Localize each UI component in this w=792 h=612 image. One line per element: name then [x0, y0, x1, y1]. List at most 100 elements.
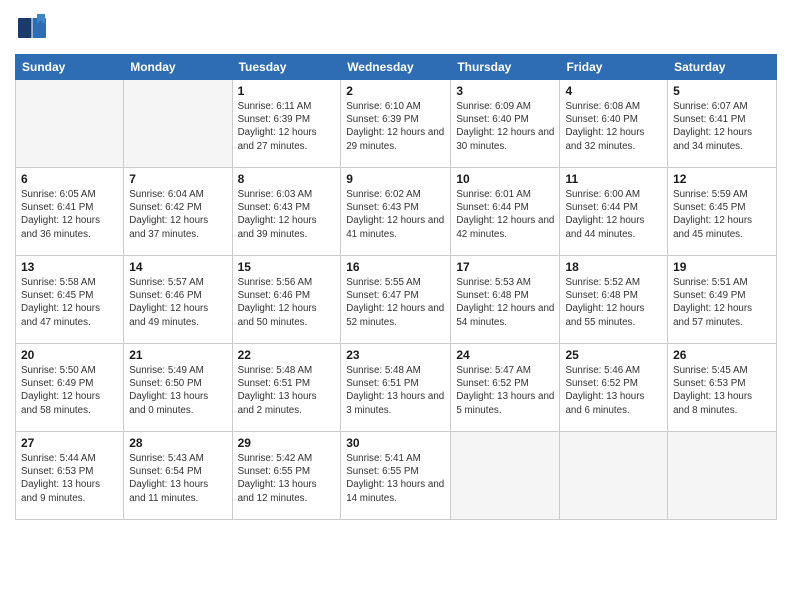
day-number: 11	[565, 172, 662, 186]
day-number: 21	[129, 348, 226, 362]
day-detail: Sunrise: 5:47 AM Sunset: 6:52 PM Dayligh…	[456, 364, 554, 417]
day-detail: Sunrise: 5:48 AM Sunset: 6:51 PM Dayligh…	[238, 364, 336, 417]
calendar-cell: 16Sunrise: 5:55 AM Sunset: 6:47 PM Dayli…	[341, 256, 451, 344]
day-detail: Sunrise: 6:05 AM Sunset: 6:41 PM Dayligh…	[21, 188, 118, 241]
day-detail: Sunrise: 6:11 AM Sunset: 6:39 PM Dayligh…	[238, 100, 336, 153]
calendar-cell: 25 Sunrise: 5:46 AM Sunset: 6:52 PM Dayli…	[560, 344, 668, 432]
calendar-cell: 30 Sunrise: 5:41 AM Sunset: 6:55 PM Dayli…	[341, 432, 451, 520]
day-number: 17	[456, 260, 554, 274]
header	[15, 10, 777, 46]
day-detail: Sunrise: 5:44 AM Sunset: 6:53 PM Dayligh…	[21, 452, 118, 505]
day-number: 22	[238, 348, 336, 362]
calendar-cell: 6 Sunrise: 6:05 AM Sunset: 6:41 PM Daylig…	[16, 168, 124, 256]
day-detail: Sunrise: 6:02 AM Sunset: 6:43 PM Dayligh…	[346, 188, 445, 241]
calendar-cell: 1 Sunrise: 6:11 AM Sunset: 6:39 PM Daylig…	[232, 80, 341, 168]
day-detail: Sunrise: 5:58 AM Sunset: 6:45 PM Dayligh…	[21, 276, 118, 329]
day-number: 24	[456, 348, 554, 362]
day-detail: Sunrise: 5:49 AM Sunset: 6:50 PM Dayligh…	[129, 364, 226, 417]
calendar-cell: 23 Sunrise: 5:48 AM Sunset: 6:51 PM Dayli…	[341, 344, 451, 432]
calendar-cell	[124, 80, 232, 168]
day-detail: Sunrise: 5:52 AM Sunset: 6:48 PM Dayligh…	[565, 276, 662, 329]
day-detail: Sunrise: 5:46 AM Sunset: 6:52 PM Dayligh…	[565, 364, 662, 417]
calendar-cell: 18 Sunrise: 5:52 AM Sunset: 6:48 PM Dayli…	[560, 256, 668, 344]
day-number: 13	[21, 260, 118, 274]
generalblue-logo-icon	[15, 10, 51, 46]
day-detail: Sunrise: 5:59 AM Sunset: 6:45 PM Dayligh…	[673, 188, 771, 241]
calendar-cell: 12Sunrise: 5:59 AM Sunset: 6:45 PM Dayli…	[668, 168, 777, 256]
calendar-cell: 22 Sunrise: 5:48 AM Sunset: 6:51 PM Dayli…	[232, 344, 341, 432]
day-number: 5	[673, 84, 771, 98]
calendar-cell: 20 Sunrise: 5:50 AM Sunset: 6:49 PM Dayli…	[16, 344, 124, 432]
calendar-cell: 15 Sunrise: 5:56 AM Sunset: 6:46 PM Dayli…	[232, 256, 341, 344]
page: SundayMondayTuesdayWednesdayThursdayFrid…	[0, 0, 792, 612]
calendar-cell: 4 Sunrise: 6:08 AM Sunset: 6:40 PM Daylig…	[560, 80, 668, 168]
day-number: 30	[346, 436, 445, 450]
calendar-cell: 9Sunrise: 6:02 AM Sunset: 6:43 PM Daylig…	[341, 168, 451, 256]
day-detail: Sunrise: 5:57 AM Sunset: 6:46 PM Dayligh…	[129, 276, 226, 329]
calendar-cell: 28 Sunrise: 5:43 AM Sunset: 6:54 PM Dayli…	[124, 432, 232, 520]
day-detail: Sunrise: 6:07 AM Sunset: 6:41 PM Dayligh…	[673, 100, 771, 153]
calendar-cell: 11 Sunrise: 6:00 AM Sunset: 6:44 PM Dayli…	[560, 168, 668, 256]
day-detail: Sunrise: 5:48 AM Sunset: 6:51 PM Dayligh…	[346, 364, 445, 417]
week-row-3: 13 Sunrise: 5:58 AM Sunset: 6:45 PM Dayli…	[16, 256, 777, 344]
day-detail: Sunrise: 5:51 AM Sunset: 6:49 PM Dayligh…	[673, 276, 771, 329]
calendar-cell: 24 Sunrise: 5:47 AM Sunset: 6:52 PM Dayli…	[451, 344, 560, 432]
day-detail: Sunrise: 6:09 AM Sunset: 6:40 PM Dayligh…	[456, 100, 554, 153]
day-number: 28	[129, 436, 226, 450]
calendar-cell: 19 Sunrise: 5:51 AM Sunset: 6:49 PM Dayli…	[668, 256, 777, 344]
logo	[15, 10, 55, 46]
day-number: 15	[238, 260, 336, 274]
day-number: 6	[21, 172, 118, 186]
calendar-cell: 3 Sunrise: 6:09 AM Sunset: 6:40 PM Daylig…	[451, 80, 560, 168]
day-detail: Sunrise: 5:41 AM Sunset: 6:55 PM Dayligh…	[346, 452, 445, 505]
day-number: 1	[238, 84, 336, 98]
day-number: 10	[456, 172, 554, 186]
day-number: 14	[129, 260, 226, 274]
calendar-cell: 26 Sunrise: 5:45 AM Sunset: 6:53 PM Dayli…	[668, 344, 777, 432]
calendar-cell: 29 Sunrise: 5:42 AM Sunset: 6:55 PM Dayli…	[232, 432, 341, 520]
calendar-table: SundayMondayTuesdayWednesdayThursdayFrid…	[15, 54, 777, 520]
calendar-header-row: SundayMondayTuesdayWednesdayThursdayFrid…	[16, 55, 777, 80]
calendar-cell: 14 Sunrise: 5:57 AM Sunset: 6:46 PM Dayli…	[124, 256, 232, 344]
calendar-cell: 5 Sunrise: 6:07 AM Sunset: 6:41 PM Daylig…	[668, 80, 777, 168]
week-row-2: 6 Sunrise: 6:05 AM Sunset: 6:41 PM Daylig…	[16, 168, 777, 256]
day-detail: Sunrise: 6:04 AM Sunset: 6:42 PM Dayligh…	[129, 188, 226, 241]
day-number: 27	[21, 436, 118, 450]
calendar-cell: 27 Sunrise: 5:44 AM Sunset: 6:53 PM Dayli…	[16, 432, 124, 520]
day-detail: Sunrise: 5:43 AM Sunset: 6:54 PM Dayligh…	[129, 452, 226, 505]
header-sunday: Sunday	[16, 55, 124, 80]
header-monday: Monday	[124, 55, 232, 80]
day-number: 19	[673, 260, 771, 274]
calendar-cell: 13 Sunrise: 5:58 AM Sunset: 6:45 PM Dayli…	[16, 256, 124, 344]
day-number: 3	[456, 84, 554, 98]
day-detail: Sunrise: 5:50 AM Sunset: 6:49 PM Dayligh…	[21, 364, 118, 417]
day-number: 2	[346, 84, 445, 98]
day-number: 25	[565, 348, 662, 362]
day-detail: Sunrise: 6:08 AM Sunset: 6:40 PM Dayligh…	[565, 100, 662, 153]
day-number: 29	[238, 436, 336, 450]
calendar-cell: 8Sunrise: 6:03 AM Sunset: 6:43 PM Daylig…	[232, 168, 341, 256]
header-friday: Friday	[560, 55, 668, 80]
day-detail: Sunrise: 5:56 AM Sunset: 6:46 PM Dayligh…	[238, 276, 336, 329]
day-detail: Sunrise: 5:55 AM Sunset: 6:47 PM Dayligh…	[346, 276, 445, 329]
calendar-cell	[560, 432, 668, 520]
calendar-cell	[16, 80, 124, 168]
calendar-cell: 21 Sunrise: 5:49 AM Sunset: 6:50 PM Dayli…	[124, 344, 232, 432]
day-detail: Sunrise: 6:00 AM Sunset: 6:44 PM Dayligh…	[565, 188, 662, 241]
day-detail: Sunrise: 6:03 AM Sunset: 6:43 PM Dayligh…	[238, 188, 336, 241]
day-number: 7	[129, 172, 226, 186]
day-detail: Sunrise: 5:45 AM Sunset: 6:53 PM Dayligh…	[673, 364, 771, 417]
day-number: 26	[673, 348, 771, 362]
calendar-cell	[668, 432, 777, 520]
day-number: 23	[346, 348, 445, 362]
day-number: 4	[565, 84, 662, 98]
header-tuesday: Tuesday	[232, 55, 341, 80]
week-row-4: 20 Sunrise: 5:50 AM Sunset: 6:49 PM Dayli…	[16, 344, 777, 432]
day-detail: Sunrise: 5:42 AM Sunset: 6:55 PM Dayligh…	[238, 452, 336, 505]
header-saturday: Saturday	[668, 55, 777, 80]
calendar-cell: 17Sunrise: 5:53 AM Sunset: 6:48 PM Dayli…	[451, 256, 560, 344]
day-number: 20	[21, 348, 118, 362]
calendar-cell	[451, 432, 560, 520]
day-number: 18	[565, 260, 662, 274]
calendar-cell: 10Sunrise: 6:01 AM Sunset: 6:44 PM Dayli…	[451, 168, 560, 256]
